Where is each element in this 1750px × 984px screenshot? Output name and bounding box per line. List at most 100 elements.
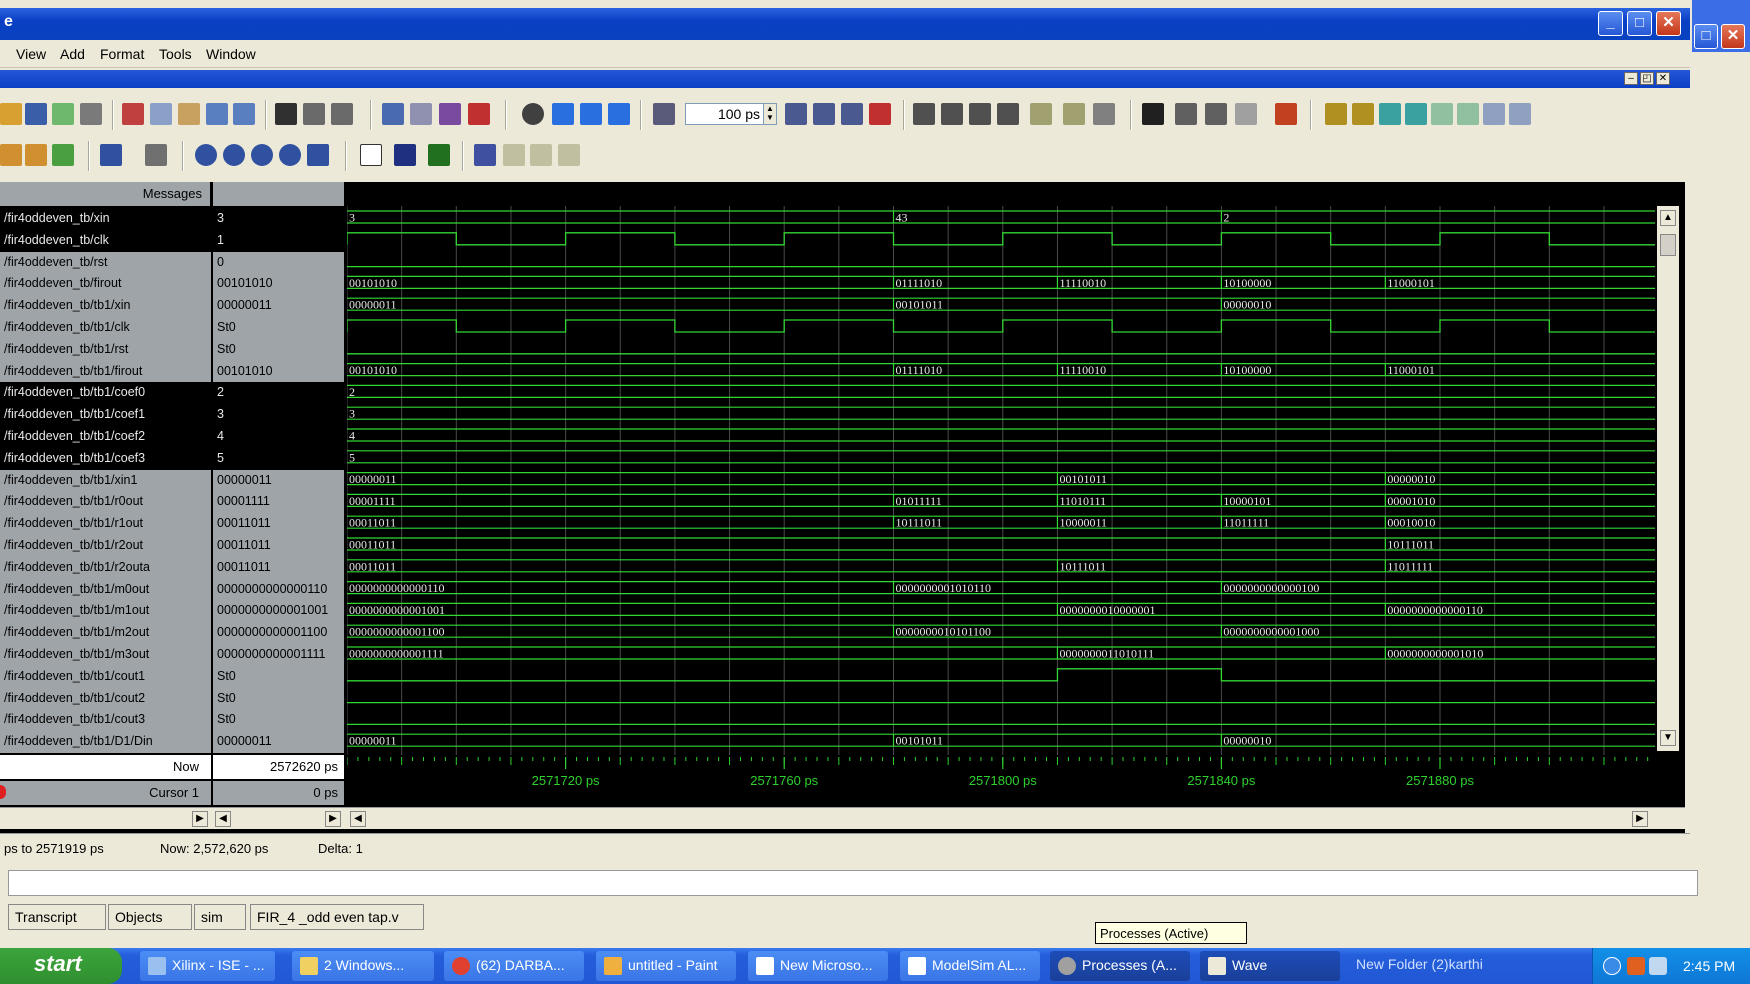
wave-height-icon[interactable] <box>428 144 450 166</box>
signal-name[interactable]: /fir4oddeven_tb/tb1/cout1 <box>0 666 211 688</box>
tray-arrow-icon[interactable] <box>1603 957 1621 975</box>
redo-icon[interactable] <box>233 103 255 125</box>
zoom-cursor-icon[interactable] <box>279 144 301 166</box>
add-divider-icon[interactable] <box>25 144 47 166</box>
cursor-label[interactable]: Cursor 1 <box>0 781 211 805</box>
pan-mode-icon[interactable] <box>1205 103 1227 125</box>
tray-network-icon[interactable] <box>1649 957 1667 975</box>
step-over-icon[interactable] <box>941 103 963 125</box>
next-edge-icon[interactable] <box>1405 103 1427 125</box>
compile-all-icon[interactable] <box>410 103 432 125</box>
simulate-icon[interactable] <box>439 103 461 125</box>
transcript-area[interactable] <box>8 870 1698 896</box>
step-out-icon[interactable] <box>969 103 991 125</box>
wave-format-icon[interactable] <box>360 144 382 166</box>
step-back-icon[interactable] <box>997 103 1019 125</box>
up-arrow-icon[interactable] <box>552 103 574 125</box>
start-button[interactable]: start <box>0 948 122 984</box>
group-icon[interactable] <box>52 144 74 166</box>
signal-name[interactable]: /fir4oddeven_tb/tb1/firout <box>0 361 211 383</box>
dock-icon[interactable]: ◰ <box>1640 72 1654 85</box>
stop-wave-icon[interactable] <box>1275 103 1297 125</box>
task-processes[interactable]: Processes (A... <box>1050 951 1190 981</box>
menu-add[interactable]: Add <box>60 46 85 62</box>
wave-color-icon[interactable] <box>394 144 416 166</box>
signal-name[interactable]: /fir4oddeven_tb/tb1/cout2 <box>0 688 211 710</box>
scroll-up-arrow[interactable]: ▲ <box>1660 210 1676 226</box>
task-wave[interactable]: Wave <box>1200 951 1340 981</box>
run-length-icon[interactable] <box>653 103 675 125</box>
grid-icon[interactable] <box>145 144 167 166</box>
values-scroll-right[interactable]: ▶ <box>325 811 341 827</box>
task-browser[interactable]: (62) DARBA... <box>444 951 584 981</box>
find-next-icon[interactable] <box>1509 103 1531 125</box>
values-scroll-left[interactable]: ◀ <box>215 811 231 827</box>
tab-source-file[interactable]: FIR_4 _odd even tap.v <box>250 904 424 930</box>
signal-name[interactable]: /fir4oddeven_tb/tb1/m3out <box>0 644 211 666</box>
break-icon[interactable] <box>468 103 490 125</box>
menu-format[interactable]: Format <box>100 46 144 62</box>
undock-icon[interactable]: – <box>1624 72 1638 85</box>
restart-icon[interactable] <box>522 103 544 125</box>
edge-falling-icon[interactable] <box>530 144 552 166</box>
signal-name[interactable]: /fir4oddeven_tb/tb1/coef2 <box>0 426 211 448</box>
signal-name[interactable]: /fir4oddeven_tb/tb1/coef0 <box>0 382 211 404</box>
signal-name[interactable]: /fir4oddeven_tb/tb1/m0out <box>0 579 211 601</box>
menu-window[interactable]: Window <box>206 46 256 62</box>
names-scroll-right[interactable]: ▶ <box>192 811 208 827</box>
insert-cursor-icon[interactable] <box>1325 103 1347 125</box>
edge-rising-icon[interactable] <box>558 144 580 166</box>
signal-name[interactable]: /fir4oddeven_tb/tb1/r0out <box>0 491 211 513</box>
save-icon[interactable] <box>25 103 47 125</box>
minimize-button[interactable]: _ <box>1598 11 1623 36</box>
signal-name[interactable]: /fir4oddeven_tb/tb1/clk <box>0 317 211 339</box>
signal-name[interactable]: /fir4oddeven_tb/tb1/cout3 <box>0 709 211 731</box>
close-button[interactable]: ✕ <box>1656 11 1681 36</box>
zoom-range-icon[interactable] <box>307 144 329 166</box>
radix-icon[interactable] <box>474 144 496 166</box>
maximize-button[interactable]: □ <box>1627 11 1652 36</box>
zoom-mode-icon[interactable] <box>1175 103 1197 125</box>
menu-view[interactable]: View <box>16 46 46 62</box>
zoom-in-icon[interactable] <box>195 144 217 166</box>
find-icon[interactable] <box>275 103 297 125</box>
signal-name[interactable]: /fir4oddeven_tb/xin <box>0 208 211 230</box>
find-falling-icon[interactable] <box>1431 103 1453 125</box>
task-paint[interactable]: untitled - Paint <box>596 951 736 981</box>
edit-mode-icon[interactable] <box>1235 103 1257 125</box>
signal-name[interactable]: /fir4oddeven_tb/tb1/coef1 <box>0 404 211 426</box>
signal-name[interactable]: /fir4oddeven_tb/rst <box>0 252 211 274</box>
scroll-thumb[interactable] <box>1660 234 1676 256</box>
task-word[interactable]: New Microso... <box>748 951 888 981</box>
waveform-canvas[interactable]: 3 43 200101010 01111010 11110010 10100000 1100… <box>347 206 1655 755</box>
hand-icon[interactable] <box>1093 103 1115 125</box>
select-pointer-icon[interactable] <box>1142 103 1164 125</box>
run-all-icon[interactable] <box>841 103 863 125</box>
copy-icon[interactable] <box>150 103 172 125</box>
stop-icon[interactable] <box>869 103 891 125</box>
add-wave-icon[interactable] <box>0 144 22 166</box>
paste-icon[interactable] <box>178 103 200 125</box>
print-icon[interactable] <box>80 103 102 125</box>
scroll-down-arrow[interactable]: ▼ <box>1660 730 1676 746</box>
signal-name[interactable]: /fir4oddeven_tb/tb1/xin <box>0 295 211 317</box>
wave-horizontal-scrollbar[interactable]: ▶ ◀ ▶ ◀ ▶ <box>0 807 1685 829</box>
signal-name[interactable]: /fir4oddeven_tb/firout <box>0 273 211 295</box>
prev-edge-icon[interactable] <box>1379 103 1401 125</box>
menu-tools[interactable]: Tools <box>159 46 192 62</box>
run-length-input[interactable]: 100 ps <box>685 103 765 125</box>
task-windows-group[interactable]: 2 Windows... <box>292 951 434 981</box>
wave-scroll-right[interactable]: ▶ <box>1632 811 1648 827</box>
dock-close-icon[interactable]: ✕ <box>1656 72 1670 85</box>
run-icon[interactable] <box>785 103 807 125</box>
wave-vertical-scrollbar[interactable]: ▲ ▼ <box>1657 206 1679 751</box>
collapse-icon[interactable] <box>303 103 325 125</box>
back-arrow-icon[interactable] <box>580 103 602 125</box>
outer-restore-button[interactable]: □ <box>1694 24 1718 49</box>
continue-icon[interactable] <box>813 103 835 125</box>
tab-sim[interactable]: sim <box>194 904 246 930</box>
find-prev-icon[interactable] <box>1483 103 1505 125</box>
reload-icon[interactable] <box>52 103 74 125</box>
signal-name[interactable]: /fir4oddeven_tb/tb1/r2out <box>0 535 211 557</box>
forward-arrow-icon[interactable] <box>608 103 630 125</box>
